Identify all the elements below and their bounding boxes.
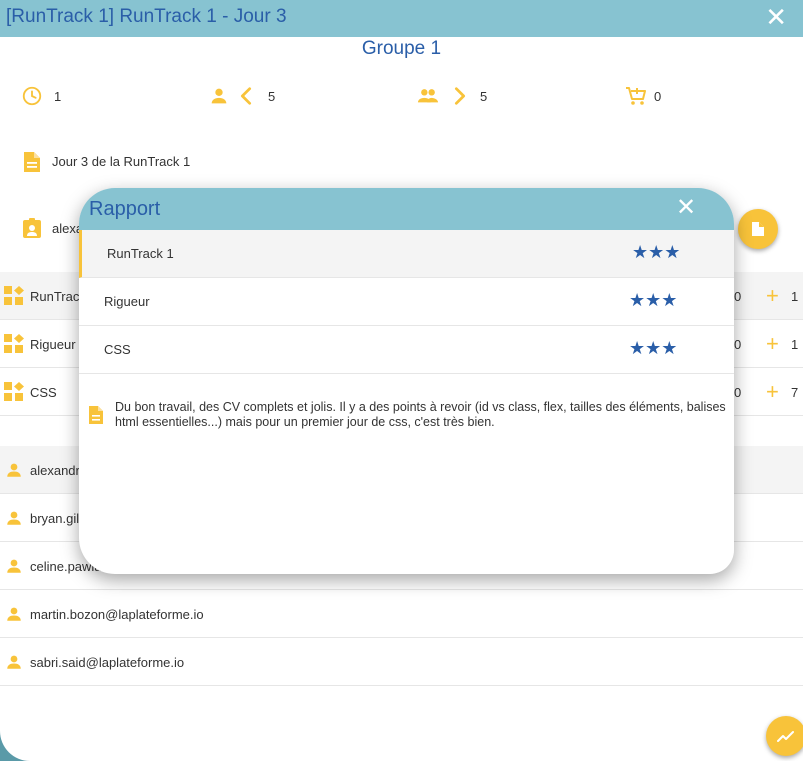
report-row-label: CSS — [104, 342, 131, 357]
person-icon — [7, 559, 21, 573]
document-icon — [89, 406, 103, 424]
competence-plus-value: 1 — [791, 289, 799, 304]
user-email: sabri.said@laplateforme.io — [30, 655, 185, 670]
widgets-icon — [4, 382, 24, 401]
rating-stars: ★★★ — [632, 242, 681, 262]
competence-count: 0 — [734, 337, 742, 352]
chevron-left-icon[interactable] — [236, 85, 256, 107]
plus-icon[interactable]: + — [766, 379, 779, 405]
competence-plus-value: 7 — [791, 385, 799, 400]
competence-label: CSS — [30, 385, 57, 400]
window-title: [RunTrack 1] RunTrack 1 - Jour 3 — [6, 6, 287, 27]
group-title: Groupe 1 — [361, 38, 442, 59]
stat-cart-value: 0 — [654, 88, 662, 104]
plus-icon[interactable]: + — [766, 331, 779, 357]
competence-plus-value: 1 — [791, 337, 799, 352]
competence-label: Rigueur — [30, 337, 76, 352]
competence-count: 0 — [734, 289, 742, 304]
user-row[interactable]: martin.bozon@laplateforme.io — [0, 590, 803, 638]
report-row[interactable]: RunTrack 1 ★★★ — [79, 230, 734, 278]
person-icon — [7, 511, 21, 525]
trending-up-icon — [777, 731, 794, 742]
person-icon — [7, 607, 21, 621]
report-comment: Du bon travail, des CV complets et jolis… — [115, 400, 726, 429]
stat-prev: 5 — [208, 84, 275, 108]
person-icon — [7, 463, 21, 477]
report-row[interactable]: CSS ★★★ — [79, 326, 734, 374]
competence-count: 0 — [734, 385, 742, 400]
widgets-icon — [4, 334, 24, 353]
chevron-right-icon[interactable] — [450, 85, 470, 107]
title-bar: [RunTrack 1] RunTrack 1 - Jour 3 ✕ — [0, 0, 803, 37]
plus-icon[interactable]: + — [766, 283, 779, 309]
person-icon — [211, 88, 227, 104]
rating-stars: ★★★ — [629, 290, 678, 310]
user-email: martin.bozon@laplateforme.io — [30, 607, 204, 622]
clock-icon — [22, 86, 42, 106]
person-icon — [7, 655, 21, 669]
badge-icon — [23, 218, 41, 238]
cart-icon — [626, 87, 646, 105]
competence-label: RunTrac — [30, 289, 80, 304]
report-row[interactable]: Rigueur ★★★ — [79, 278, 734, 326]
stat-prev-value: 5 — [268, 88, 276, 104]
report-row-label: RunTrack 1 — [107, 246, 174, 261]
document-icon — [752, 222, 764, 236]
stats-fab-button[interactable] — [766, 716, 803, 756]
stat-next-value: 5 — [480, 88, 488, 104]
user-email: bryan.gil — [30, 511, 80, 526]
rating-stars: ★★★ — [629, 338, 678, 358]
main-window: [RunTrack 1] RunTrack 1 - Jour 3 ✕ Group… — [0, 0, 803, 761]
stat-next: 5 — [416, 84, 487, 108]
widgets-icon — [4, 286, 24, 305]
modal-header: Rapport ✕ — [79, 188, 734, 230]
stat-duration-value: 1 — [54, 88, 62, 104]
user-email: alexandr — [30, 463, 80, 478]
report-modal: Rapport ✕ RunTrack 1 ★★★ Rigueur ★★★ CSS… — [79, 188, 734, 574]
user-row[interactable]: sabri.said@laplateforme.io — [0, 638, 803, 686]
modal-title: Rapport — [89, 198, 161, 220]
stat-cart: 0 — [624, 84, 661, 108]
document-icon — [24, 152, 40, 172]
report-row-label: Rigueur — [104, 294, 150, 309]
window-close-button[interactable]: ✕ — [765, 4, 787, 30]
modal-close-button[interactable]: ✕ — [676, 196, 696, 220]
session-description: Jour 3 de la RunTrack 1 — [52, 154, 191, 169]
group-icon — [417, 89, 439, 103]
stat-duration: 1 — [21, 84, 61, 108]
report-fab-button[interactable] — [738, 209, 778, 249]
